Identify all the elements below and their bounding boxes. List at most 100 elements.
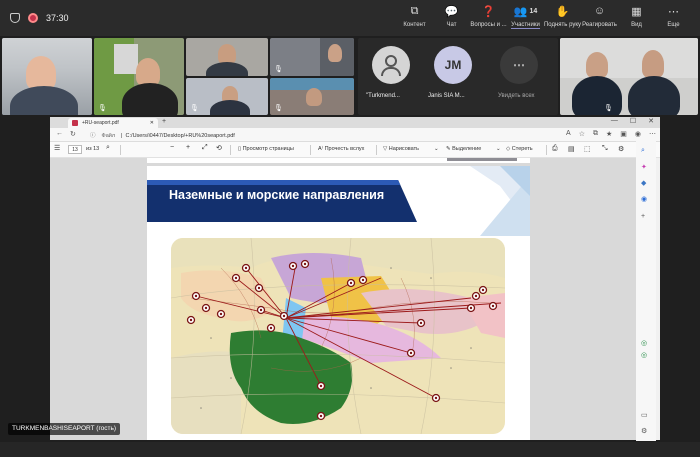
slide-title: Наземные и морские направления — [169, 188, 385, 202]
participant-initials-avatar[interactable]: JM — [434, 46, 472, 84]
video-tile[interactable] — [2, 38, 92, 115]
toolbar-react-button[interactable]: ☺ Реагировать — [581, 3, 618, 29]
pdf-viewport[interactable]: Наземные и морские направления — [50, 158, 638, 440]
new-tab-icon[interactable]: + — [162, 118, 166, 125]
url-field[interactable]: ⓘ Файл | C:/Users/i0447/Desktop/+RU%20seap… — [90, 130, 530, 140]
tab-pdf[interactable]: +RU-seaport.pdf ✕ — [68, 118, 158, 128]
copilot-icon[interactable]: ✦ — [641, 163, 647, 171]
video-tile[interactable]: 🎙 — [94, 38, 184, 115]
meeting-toolbar: 37:30 ⧉ Контент 💬 Чат ❓ Вопросы и ... 👥 14 Участ… — [0, 0, 700, 36]
search-icon[interactable]: ⌕ — [106, 144, 110, 152]
mic-off-icon: 🎙 — [98, 105, 107, 112]
erase-button[interactable]: ◇ Стереть — [506, 146, 533, 152]
highlight-button[interactable]: ✎ Выделение — [446, 146, 481, 152]
read-mode-icon[interactable]: A — [566, 130, 571, 138]
save-icon[interactable]: ▤ — [568, 145, 575, 153]
meeting-controls: ⧉ Контент 💬 Чат ❓ Вопросы и ... 👥 14 Участники ✋ П… — [396, 3, 692, 29]
toolbar-view-button[interactable]: ▦ Вид — [618, 3, 655, 29]
refresh-icon[interactable]: ↻ — [70, 130, 76, 138]
meeting-timer: 37:30 — [46, 13, 69, 23]
address-bar-row: ← ↻ ⓘ Файл | C:/Users/i0447/Desktop/+RU%20… — [50, 128, 660, 142]
page-total: из 13 — [86, 146, 100, 152]
profile-icon[interactable]: ◉ — [635, 130, 641, 138]
toolbar-label: Вопросы и ... — [470, 22, 507, 28]
settings-icon[interactable]: ⋯ — [649, 130, 656, 138]
mic-off-icon: 🎙 — [604, 105, 613, 112]
qa-icon: ❓ — [481, 5, 496, 18]
info-icon: ⓘ — [90, 133, 96, 139]
chat-icon: 💬 — [444, 5, 459, 18]
close-tab-icon[interactable]: ✕ — [150, 120, 154, 126]
toolbar-raise-button[interactable]: ✋ Поднять руку — [544, 3, 581, 29]
toolbar-chat-button[interactable]: 💬 Чат — [433, 3, 470, 29]
draw-button[interactable]: ▽ Нарисовать — [383, 146, 419, 152]
maximize-icon[interactable]: ☐ — [630, 117, 636, 125]
zoom-out-icon[interactable]: − — [170, 144, 174, 151]
video-tile[interactable]: 🎙 — [560, 38, 698, 115]
toolbar-label: Поднять руку — [543, 22, 582, 28]
contents-icon[interactable]: ☰ — [54, 144, 60, 152]
fullscreen-icon[interactable]: ⤡ — [602, 145, 608, 153]
url-text: C:/Users/i0447/Desktop/+RU%20seaport.pdf — [125, 133, 235, 139]
add-app-icon[interactable]: + — [641, 213, 645, 220]
routes-map — [171, 238, 505, 434]
video-tile[interactable]: 🎙 — [270, 38, 354, 76]
toolbar-qa-button[interactable]: ❓ Вопросы и ... — [470, 3, 507, 29]
edge-sidebar: ⌕ ✦ ◆ ◉ + ◎ ◎ ▭ ⚙ — [636, 141, 656, 441]
share-screen-icon: ⧉ — [410, 4, 419, 17]
back-icon[interactable]: ← — [56, 130, 63, 137]
fit-icon[interactable]: ⤢ — [202, 144, 208, 152]
draw-dropdown-icon[interactable]: ⌄ — [434, 146, 439, 152]
close-window-icon[interactable]: ✕ — [648, 117, 654, 125]
see-all-icon[interactable]: ⋯ — [500, 46, 538, 84]
video-tile[interactable] — [186, 38, 268, 76]
extension-icon[interactable]: ◎ — [641, 339, 647, 347]
favorites-icon[interactable]: ★ — [606, 130, 612, 138]
sidebar-settings-icon[interactable]: ⚙ — [641, 427, 647, 435]
toolbar-label: Чат — [446, 22, 457, 28]
collections-icon[interactable]: ▣ — [620, 130, 627, 138]
participants-row: 🎙 🎙 🎙 🎙 "Turkmend... JM Janis SIA M... ⋯… — [0, 38, 700, 115]
minimize-icon[interactable]: — — [611, 117, 618, 125]
toolbar-label: Еще — [667, 22, 680, 28]
zoom-in-icon[interactable]: + — [186, 144, 190, 151]
outlook-icon[interactable]: ◉ — [641, 195, 647, 203]
toolbar-label: Участники — [511, 22, 540, 29]
toolbar-more-button[interactable]: ⋯ Еще — [655, 3, 692, 29]
shield-icon[interactable] — [10, 13, 20, 23]
highlight-dropdown-icon[interactable]: ⌄ — [496, 146, 501, 152]
tab-strip: +RU-seaport.pdf ✕ + — ☐ ✕ — [50, 117, 660, 128]
presenter-label: TURKMENBASHISEAPORT (гость) — [8, 423, 121, 435]
screenshot-icon[interactable]: ▭ — [641, 411, 648, 419]
pdf-icon — [72, 120, 78, 126]
reaction-icon: ☺ — [593, 5, 606, 17]
page-view-button[interactable]: ▯ Просмотр страницы — [238, 146, 294, 152]
participant-name: "Turkmend... — [366, 93, 400, 99]
toolbar-content-button[interactable]: ⧉ Контент — [396, 3, 433, 29]
save-as-icon[interactable]: ⬚ — [584, 145, 591, 153]
pdf-page: Наземные и морские направления — [147, 166, 530, 440]
decorative-shapes — [470, 166, 530, 236]
mic-off-icon: 🎙 — [190, 105, 199, 112]
pdf-toolbar: ☰ 13 из 13 ⌕ − + ⤢ ⟲ ▯ Просмотр страницы… — [50, 142, 660, 158]
rotate-icon[interactable]: ⟲ — [216, 144, 222, 152]
toolbar-participants-button[interactable]: 👥 14 Участники — [507, 3, 544, 29]
print-icon[interactable]: ⎙ — [552, 145, 558, 153]
search-icon[interactable]: ⌕ — [641, 147, 645, 155]
pdf-settings-icon[interactable]: ⚙ — [618, 145, 624, 153]
read-aloud-button[interactable]: A⁾ Прочесть вслух — [318, 146, 364, 152]
tab-title: +RU-seaport.pdf — [82, 120, 119, 126]
see-all-button[interactable]: Увидеть всех — [498, 93, 535, 99]
url-scheme: Файл — [101, 133, 116, 139]
video-tile[interactable]: 🎙 — [270, 78, 354, 115]
person-avatar-icon[interactable] — [372, 46, 410, 84]
grid-view-icon: ▦ — [631, 5, 642, 18]
shopping-icon[interactable]: ◆ — [641, 179, 646, 187]
extension-icon[interactable]: ◎ — [641, 351, 647, 359]
page-number-input[interactable]: 13 — [68, 145, 82, 154]
video-tile[interactable]: 🎙 — [186, 78, 268, 115]
browser-window: +RU-seaport.pdf ✕ + — ☐ ✕ ← ↻ ⓘ Файл | C:/… — [50, 117, 660, 440]
favorite-icon[interactable]: ☆ — [579, 130, 585, 138]
more-icon: ⋯ — [668, 5, 679, 18]
split-icon[interactable]: ⧉ — [593, 130, 598, 138]
